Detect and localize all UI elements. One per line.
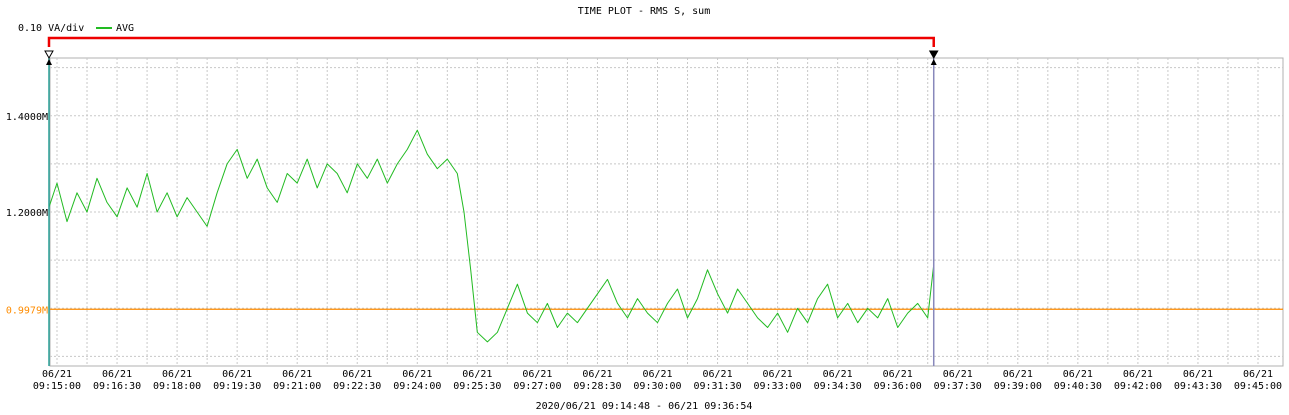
x-tick-date: 06/21 bbox=[642, 369, 672, 380]
x-tick-time: 09:34:30 bbox=[814, 381, 862, 392]
x-tick-date: 06/21 bbox=[102, 369, 132, 380]
time-range-label: 2020/06/21 09:14:48 - 06/21 09:36:54 bbox=[536, 401, 753, 412]
x-tick-time: 09:40:30 bbox=[1054, 381, 1102, 392]
cursor-start-marker bbox=[44, 50, 54, 60]
x-tick-date: 06/21 bbox=[282, 369, 312, 380]
x-tick-date: 06/21 bbox=[943, 369, 973, 380]
x-tick-date: 06/21 bbox=[582, 369, 612, 380]
x-tick-time: 09:30:00 bbox=[633, 381, 681, 392]
cursor-range-bar bbox=[47, 36, 935, 47]
time-plot-chart: TIME PLOT - RMS S, sum 0.10 VA/div AVG 1… bbox=[6, 6, 1284, 412]
x-tick-time: 09:25:30 bbox=[453, 381, 501, 392]
x-tick-date: 06/21 bbox=[402, 369, 432, 380]
x-tick-time: 09:21:00 bbox=[273, 381, 321, 392]
x-tick-date: 06/21 bbox=[1123, 369, 1153, 380]
y-tick-label: 1.2000M bbox=[6, 208, 48, 219]
x-tick-time: 09:37:30 bbox=[934, 381, 982, 392]
cursor-end-marker bbox=[928, 50, 939, 60]
x-tick-time: 09:28:30 bbox=[573, 381, 621, 392]
x-tick-time: 09:18:00 bbox=[153, 381, 201, 392]
x-tick-time: 09:31:30 bbox=[693, 381, 741, 392]
x-tick-date: 06/21 bbox=[702, 369, 732, 380]
x-tick-date: 06/21 bbox=[1243, 369, 1273, 380]
reference-label: 0.9979M bbox=[6, 305, 48, 316]
x-tick-time: 09:45:00 bbox=[1234, 381, 1282, 392]
chart-title: TIME PLOT - RMS S, sum bbox=[578, 6, 710, 17]
x-tick-date: 06/21 bbox=[342, 369, 372, 380]
x-tick-time: 09:19:30 bbox=[213, 381, 261, 392]
x-tick-date: 06/21 bbox=[823, 369, 853, 380]
x-tick-time: 09:22:30 bbox=[333, 381, 381, 392]
x-tick-date: 06/21 bbox=[522, 369, 552, 380]
x-tick-date: 06/21 bbox=[162, 369, 192, 380]
x-tick-date: 06/21 bbox=[462, 369, 492, 380]
x-tick-time: 09:39:00 bbox=[994, 381, 1042, 392]
x-tick-time: 09:36:00 bbox=[874, 381, 922, 392]
x-tick-time: 09:43:30 bbox=[1174, 381, 1222, 392]
x-tick-date: 06/21 bbox=[883, 369, 913, 380]
x-tick-date: 06/21 bbox=[763, 369, 793, 380]
x-tick-time: 09:16:30 bbox=[93, 381, 141, 392]
scale-label: 0.10 VA/div bbox=[18, 23, 84, 34]
x-tick-date: 06/21 bbox=[42, 369, 72, 380]
x-tick-time: 09:15:00 bbox=[33, 381, 81, 392]
x-tick-date: 06/21 bbox=[1063, 369, 1093, 380]
x-tick-date: 06/21 bbox=[222, 369, 252, 380]
x-tick-date: 06/21 bbox=[1183, 369, 1213, 380]
x-tick-time: 09:24:00 bbox=[393, 381, 441, 392]
x-tick-time: 09:42:00 bbox=[1114, 381, 1162, 392]
x-tick-labels: 06/2109:15:0006/2109:16:3006/2109:18:000… bbox=[33, 369, 1282, 392]
x-tick-date: 06/21 bbox=[1003, 369, 1033, 380]
x-tick-time: 09:27:00 bbox=[513, 381, 561, 392]
y-tick-labels: 1.4000M 1.2000M 0.9979M bbox=[6, 112, 48, 317]
x-tick-time: 09:33:00 bbox=[754, 381, 802, 392]
legend-label-avg: AVG bbox=[116, 23, 134, 34]
y-tick-label: 1.4000M bbox=[6, 112, 48, 123]
